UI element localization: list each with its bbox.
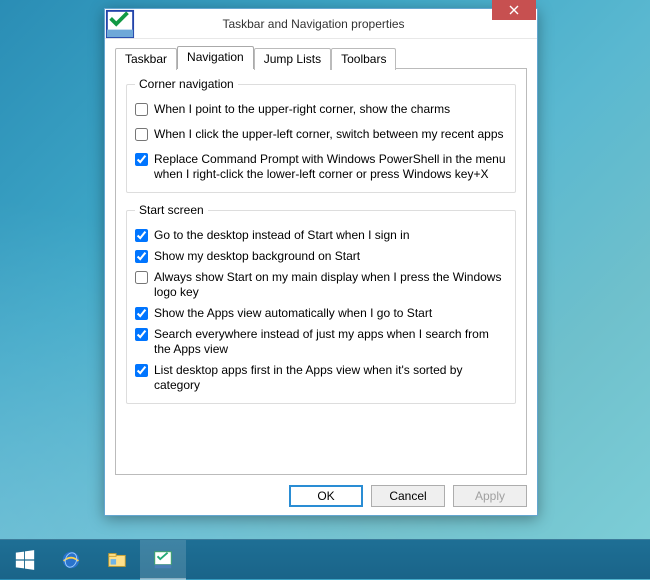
label-list-desktop-first: List desktop apps first in the Apps view… [154, 363, 507, 393]
tab-toolbars[interactable]: Toolbars [331, 48, 396, 70]
label-desktop-bg: Show my desktop background on Start [154, 249, 360, 264]
option-search-everywhere: Search everywhere instead of just my app… [135, 327, 507, 357]
option-powershell: Replace Command Prompt with Windows Powe… [135, 152, 507, 182]
tab-navigation[interactable]: Navigation [177, 46, 254, 69]
option-apps-view: Show the Apps view automatically when I … [135, 306, 507, 321]
apply-button[interactable]: Apply [453, 485, 527, 507]
file-explorer-icon [106, 549, 128, 571]
taskbar-app-ie[interactable] [48, 540, 94, 580]
checkbox-apps-view[interactable] [135, 307, 148, 320]
window-title: Taskbar and Navigation properties [135, 17, 492, 31]
checkbox-main-display[interactable] [135, 271, 148, 284]
tab-taskbar[interactable]: Taskbar [115, 48, 177, 70]
windows-logo-icon [14, 549, 36, 571]
checkbox-recent-apps[interactable] [135, 128, 148, 141]
group-start-screen: Start screen Go to the desktop instead o… [126, 203, 516, 404]
option-main-display: Always show Start on my main display whe… [135, 270, 507, 300]
start-button[interactable] [2, 540, 48, 580]
checkbox-charms[interactable] [135, 103, 148, 116]
app-icon [105, 9, 135, 39]
option-desktop-bg: Show my desktop background on Start [135, 249, 507, 264]
group-legend: Start screen [135, 203, 208, 217]
group-legend: Corner navigation [135, 77, 238, 91]
tab-strip: Taskbar Navigation Jump Lists Toolbars [115, 45, 527, 69]
tab-jump-lists[interactable]: Jump Lists [254, 48, 331, 70]
group-corner-navigation: Corner navigation When I point to the up… [126, 77, 516, 193]
tab-panel-navigation: Corner navigation When I point to the up… [115, 68, 527, 475]
label-main-display: Always show Start on my main display whe… [154, 270, 507, 300]
checkbox-powershell[interactable] [135, 153, 148, 166]
label-apps-view: Show the Apps view automatically when I … [154, 306, 432, 321]
close-icon [509, 5, 519, 15]
option-recent-apps: When I click the upper-left corner, swit… [135, 127, 507, 142]
checkbox-go-desktop[interactable] [135, 229, 148, 242]
option-go-desktop: Go to the desktop instead of Start when … [135, 228, 507, 243]
cancel-button[interactable]: Cancel [371, 485, 445, 507]
titlebar[interactable]: Taskbar and Navigation properties [105, 9, 537, 39]
label-go-desktop: Go to the desktop instead of Start when … [154, 228, 410, 243]
label-search-everywhere: Search everywhere instead of just my app… [154, 327, 507, 357]
internet-explorer-icon [60, 549, 82, 571]
checkbox-search-everywhere[interactable] [135, 328, 148, 341]
properties-dialog-icon [152, 549, 174, 571]
ok-button[interactable]: OK [289, 485, 363, 507]
checkbox-desktop-bg[interactable] [135, 250, 148, 263]
label-charms: When I point to the upper-right corner, … [154, 102, 450, 117]
taskbar[interactable] [0, 539, 650, 579]
checkbox-list-desktop-first[interactable] [135, 364, 148, 377]
taskbar-app-explorer[interactable] [94, 540, 140, 580]
taskbar-navigation-properties-dialog: Taskbar and Navigation properties Taskba… [104, 8, 538, 516]
close-button[interactable] [492, 0, 536, 20]
option-list-desktop-first: List desktop apps first in the Apps view… [135, 363, 507, 393]
label-powershell: Replace Command Prompt with Windows Powe… [154, 152, 507, 182]
taskbar-app-properties[interactable] [140, 540, 186, 580]
option-charms: When I point to the upper-right corner, … [135, 102, 507, 117]
label-recent-apps: When I click the upper-left corner, swit… [154, 127, 504, 142]
client-area: Taskbar Navigation Jump Lists Toolbars C… [105, 39, 537, 515]
dialog-button-row: OK Cancel Apply [115, 475, 527, 507]
